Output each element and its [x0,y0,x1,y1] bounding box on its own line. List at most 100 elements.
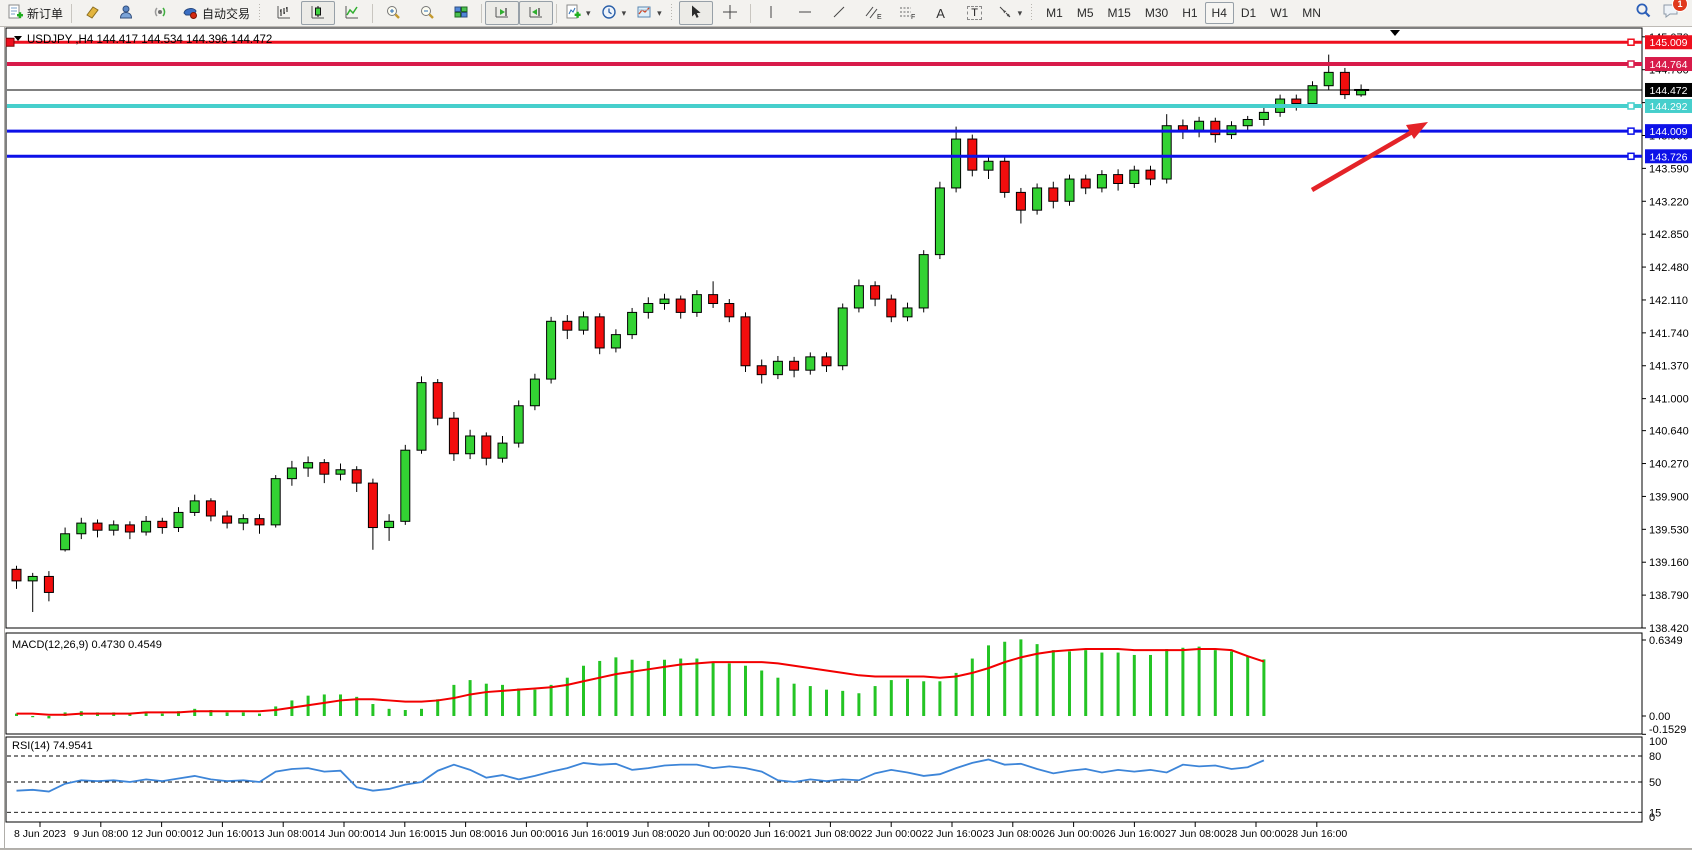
tab-timeframe-w1[interactable]: W1 [1263,2,1295,24]
candle-body [1114,175,1123,184]
fibonacci-icon: F [898,4,916,23]
auto-trading-button[interactable]: 自动交易 [177,1,255,25]
trendline-tool-button[interactable] [822,1,856,25]
tab-timeframe-m5[interactable]: M5 [1070,2,1101,24]
clock-icon [601,4,617,23]
bar-chart-button[interactable] [267,1,301,25]
crosshair-icon [722,4,738,23]
time-tick-label: 12 Jun 00:00 [131,828,192,840]
candle-body [1081,179,1090,188]
signals-button[interactable] [143,1,177,25]
rsi-tick-label: 100 [1649,736,1667,748]
vertical-line-tool-button[interactable] [754,1,788,25]
toolbar-right: 1 [1635,2,1690,24]
price-tick-label: 139.900 [1649,491,1689,503]
hline-handle[interactable] [1628,39,1634,45]
tab-timeframe-h4[interactable]: H4 [1205,2,1234,24]
price-label: 145.009 [1650,37,1688,49]
candle-body [223,516,232,523]
time-tick-label: 22 Jun 16:00 [922,828,983,840]
time-tick-label: 26 Jun 16:00 [1104,828,1165,840]
zoom-in-button[interactable] [376,1,410,25]
tab-timeframe-h1[interactable]: H1 [1175,2,1204,24]
horizontal-line-tool-button[interactable] [788,1,822,25]
candle-body [1195,121,1204,130]
chart-window[interactable]: 145.070144.700144.330143.960143.590143.2… [0,27,1692,849]
tab-timeframe-m30[interactable]: M30 [1138,2,1175,24]
cursor-icon [688,4,704,23]
candle-body [757,366,766,375]
hline-handle[interactable] [1628,103,1634,109]
price-tick-label: 143.590 [1649,163,1689,175]
rsi-label: RSI(14) 74.9541 [12,740,93,752]
tab-timeframe-m1[interactable]: M1 [1039,2,1070,24]
rsi-panel[interactable] [6,737,1642,822]
notifications-button[interactable]: 1 [1662,2,1680,24]
hline-left-handle[interactable] [6,38,14,46]
candle-body [1292,99,1301,103]
macd-panel[interactable] [6,633,1642,734]
zoom-out-button[interactable] [410,1,444,25]
search-icon[interactable] [1635,2,1652,24]
new-order-button[interactable]: 新订单 [2,1,68,25]
candlestick-chart-button[interactable] [301,1,335,25]
cursor-tool-button[interactable] [679,1,713,25]
candle-body [466,436,475,454]
notification-badge: 1 [1672,0,1688,12]
macd-tick-label: -0.1529 [1649,724,1686,736]
candle-body [563,321,572,330]
candle-body [628,312,637,334]
auto-scroll-button[interactable] [485,1,519,25]
hline-handle[interactable] [1628,61,1634,67]
chart-shift-button[interactable] [519,1,553,25]
time-tick-label: 28 Jun 00:00 [1226,828,1287,840]
chart-canvas[interactable]: 145.070144.700144.330143.960143.590143.2… [0,27,1692,849]
candle-body [773,361,782,374]
text-label-tool-button[interactable]: T [958,1,992,25]
candle-body [595,317,604,348]
indicators-button[interactable]: ▾ [560,1,596,25]
candle-body [61,534,70,550]
hline-handle[interactable] [1628,153,1634,159]
toolbar-separator [556,4,557,23]
candle-body [838,308,847,366]
periods-button[interactable]: ▾ [596,1,632,25]
profiles-button[interactable] [109,1,143,25]
templates-button[interactable]: ▾ [631,1,667,25]
hline-handle[interactable] [1628,128,1634,134]
price-tick-label: 138.420 [1649,623,1689,635]
main-chart-plot[interactable] [6,28,1642,628]
price-tick-label: 140.640 [1649,426,1689,438]
time-tick-label: 13 Jun 08:00 [253,828,314,840]
arrows-tool-button[interactable]: ▾ [992,1,1028,25]
time-tick-label: 16 Jun 16:00 [557,828,618,840]
price-tick-label: 141.000 [1649,394,1689,406]
tab-timeframe-mn[interactable]: MN [1295,2,1328,24]
candle-body [806,357,815,370]
text-tool-button[interactable]: A [924,1,958,25]
tab-timeframe-d1[interactable]: D1 [1234,2,1263,24]
vertical-line-icon [763,4,779,23]
metaeditor-button[interactable] [75,1,109,25]
candle-body [255,519,264,525]
chevron-down-icon: ▾ [622,8,627,19]
candle-body [887,299,896,317]
price-tick-label: 142.480 [1649,262,1689,274]
new-order-icon [7,4,23,23]
candle-body [644,304,653,313]
tab-timeframe-m15[interactable]: M15 [1101,2,1138,24]
channel-tool-button[interactable]: E [856,1,890,25]
chevron-down-icon: ▾ [586,8,591,19]
crosshair-tool-button[interactable] [713,1,747,25]
fibonacci-tool-button[interactable]: F [890,1,924,25]
candle-body [142,521,151,532]
price-label: 144.009 [1650,126,1688,138]
tile-windows-button[interactable] [444,1,478,25]
candle-body [1049,188,1058,201]
candle-body [514,406,523,443]
candle-body [433,383,442,419]
candle-body [1000,161,1009,192]
time-tick-label: 8 Jun 2023 [14,828,66,840]
svg-text:E: E [877,14,882,20]
line-chart-button[interactable] [335,1,369,25]
